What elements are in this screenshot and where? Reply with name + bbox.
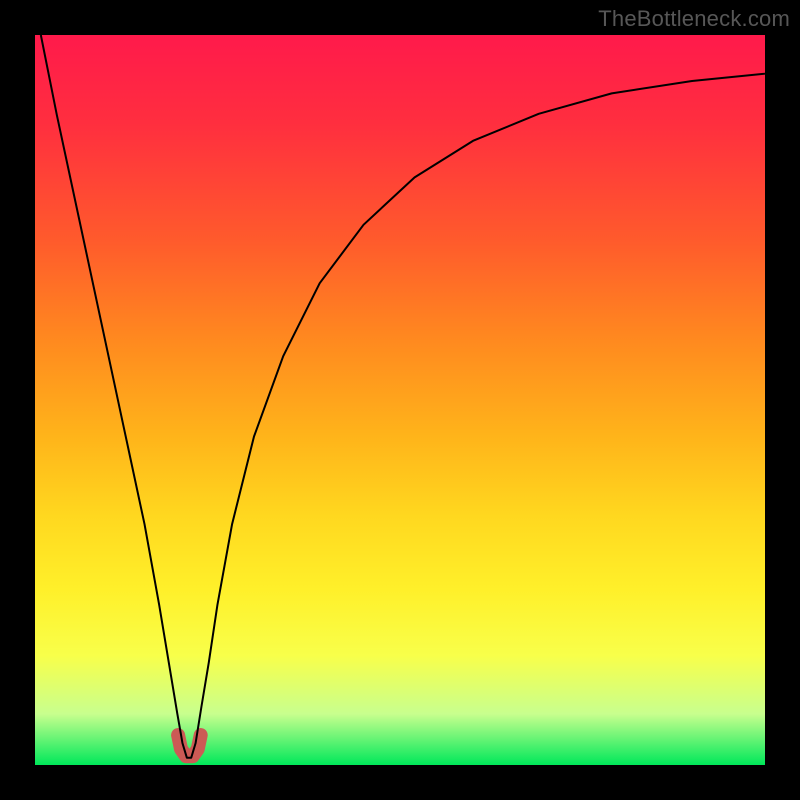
watermark-text: TheBottleneck.com — [598, 6, 790, 32]
plot-area — [35, 35, 765, 765]
bottleneck-curve — [41, 35, 765, 758]
chart-frame: TheBottleneck.com — [0, 0, 800, 800]
chart-svg — [35, 35, 765, 765]
